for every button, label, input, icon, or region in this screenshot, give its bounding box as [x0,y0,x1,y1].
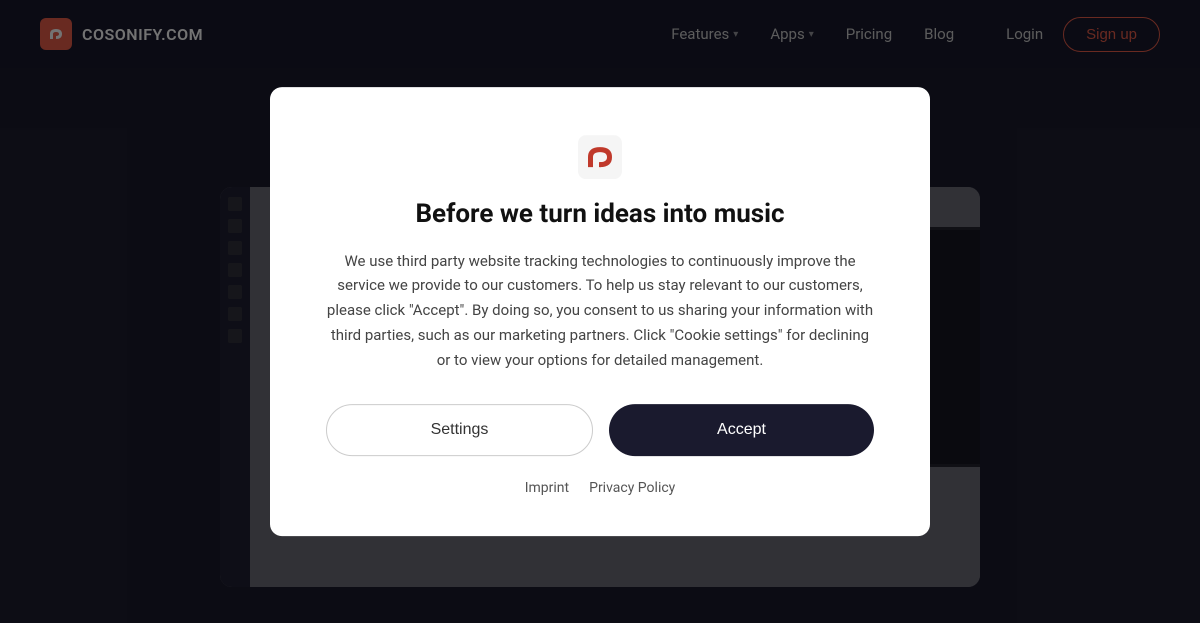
modal-title: Before we turn ideas into music [415,199,784,229]
imprint-link[interactable]: Imprint [525,480,569,496]
modal-body-text: We use third party website tracking tech… [326,249,874,373]
modal-footer-links: Imprint Privacy Policy [525,480,676,496]
modal-logo-icon [578,135,622,179]
modal-buttons: Settings Accept [326,404,874,456]
settings-button[interactable]: Settings [326,404,593,456]
privacy-policy-link[interactable]: Privacy Policy [589,480,675,496]
consent-modal: Before we turn ideas into music We use t… [270,87,930,537]
accept-button[interactable]: Accept [609,404,874,456]
